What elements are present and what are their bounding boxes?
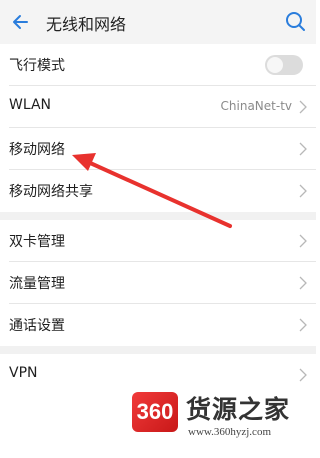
wlan-label: WLAN bbox=[9, 97, 52, 113]
chevron-right-icon bbox=[299, 184, 307, 198]
dual-sim-label: 双卡管理 bbox=[9, 234, 65, 250]
chevron-right-icon bbox=[299, 318, 307, 332]
watermark: 360 货源之家 www.360hyzj.com bbox=[120, 384, 316, 458]
chevron-right-icon bbox=[299, 276, 307, 290]
call-settings-label: 通话设置 bbox=[9, 318, 65, 334]
data-usage-label: 流量管理 bbox=[9, 276, 65, 292]
arrow-left-icon[interactable] bbox=[6, 7, 36, 37]
watermark-name: 货源之家 bbox=[186, 395, 291, 424]
watermark-logo: 360 bbox=[132, 392, 178, 432]
chevron-right-icon bbox=[299, 234, 307, 248]
toggle-knob bbox=[267, 57, 283, 73]
airplane-mode-label: 飞行模式 bbox=[9, 58, 65, 74]
page-title: 无线和网络 bbox=[46, 15, 127, 34]
tethering-row[interactable]: 移动网络共享 bbox=[0, 170, 316, 212]
wlan-value: ChinaNet-tv bbox=[220, 99, 292, 113]
tethering-label: 移动网络共享 bbox=[9, 184, 93, 200]
section-gap bbox=[0, 212, 316, 220]
chevron-right-icon bbox=[299, 368, 307, 382]
airplane-mode-toggle[interactable] bbox=[265, 55, 303, 75]
search-icon[interactable] bbox=[281, 7, 311, 37]
chevron-right-icon bbox=[299, 100, 307, 114]
mobile-network-label: 移动网络 bbox=[9, 142, 65, 158]
watermark-url: www.360hyzj.com bbox=[188, 426, 271, 438]
mobile-network-row[interactable]: 移动网络 bbox=[0, 128, 316, 170]
airplane-mode-row[interactable]: 飞行模式 bbox=[0, 44, 316, 86]
data-usage-row[interactable]: 流量管理 bbox=[0, 262, 316, 304]
call-settings-row[interactable]: 通话设置 bbox=[0, 304, 316, 346]
vpn-label: VPN bbox=[9, 365, 38, 381]
chevron-right-icon bbox=[299, 142, 307, 156]
dual-sim-row[interactable]: 双卡管理 bbox=[0, 220, 316, 262]
title-bar: 无线和网络 bbox=[0, 0, 316, 44]
section-gap bbox=[0, 346, 316, 354]
wlan-row[interactable]: WLAN ChinaNet-tv bbox=[0, 86, 316, 128]
